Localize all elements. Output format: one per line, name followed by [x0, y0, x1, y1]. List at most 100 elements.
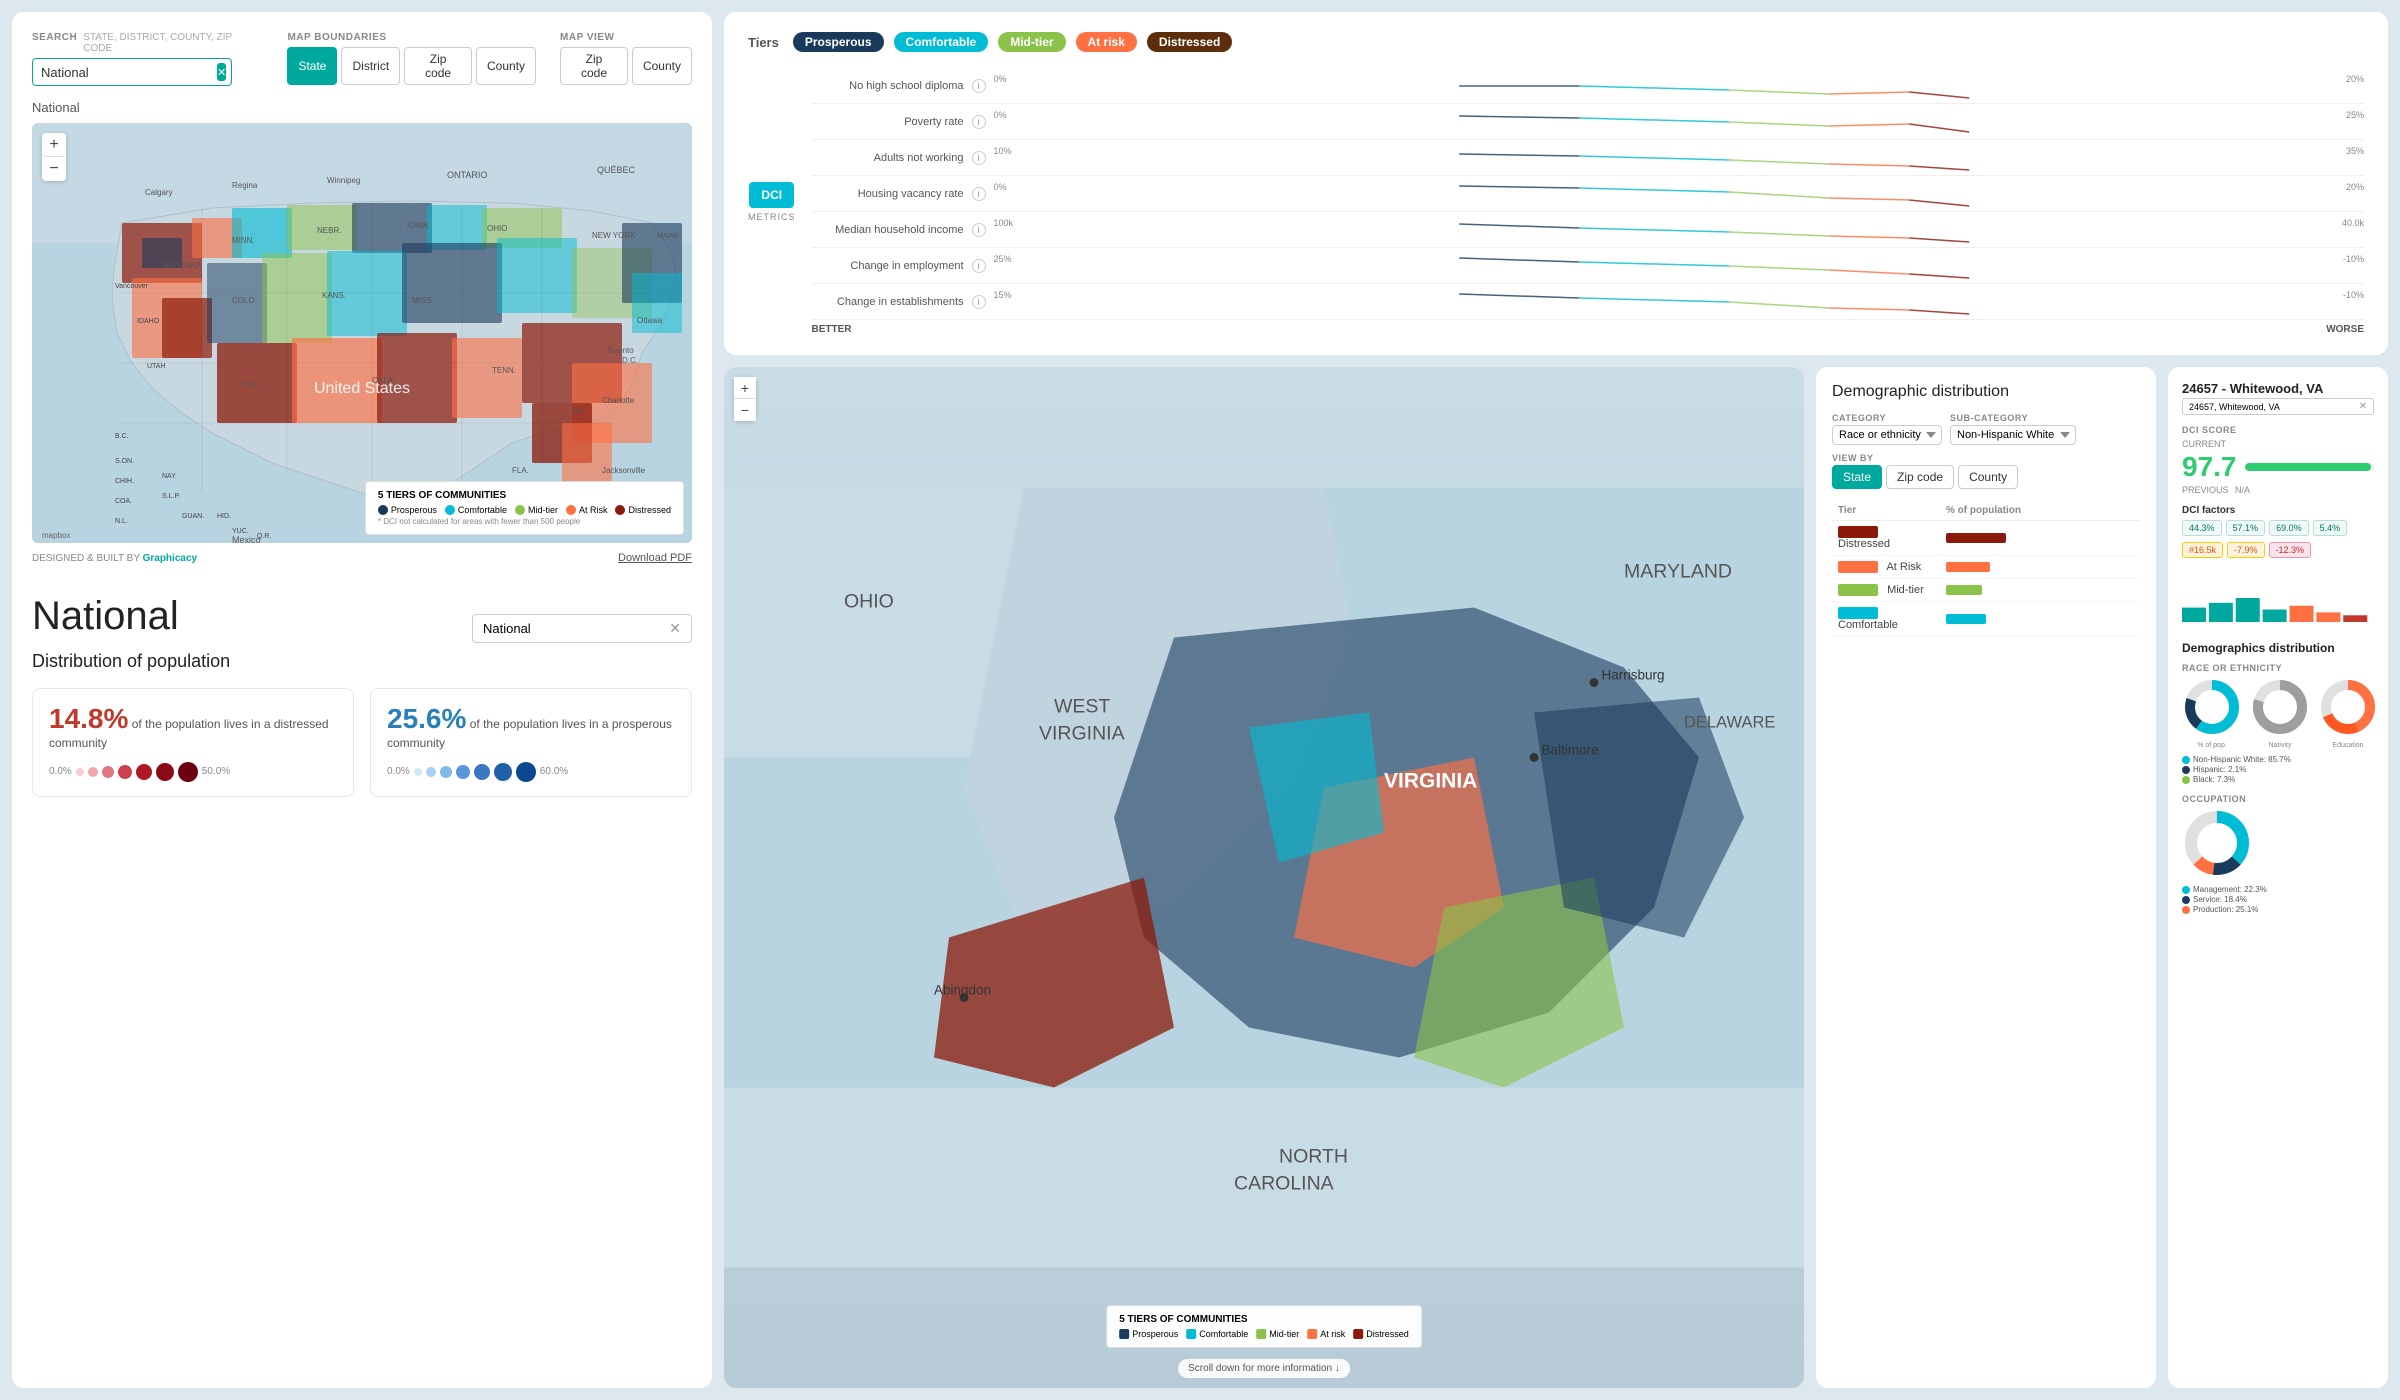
tier-name-comfortable: Comfortable: [1838, 619, 1898, 631]
tier-badge-prosperous[interactable]: Prosperous: [793, 32, 884, 52]
category-filter-select[interactable]: Race or ethnicity Nativity Education: [1832, 425, 1942, 445]
dd-title: Demographics distribution: [2182, 641, 2374, 655]
svg-text:MONTANA: MONTANA: [162, 261, 202, 270]
tier-badge-atrisk[interactable]: At risk: [1076, 32, 1137, 52]
map-view-button[interactable]: Zip code: [560, 47, 628, 85]
metric-row-4: Housing vacancy rate i 0% 20%: [812, 176, 2365, 212]
dci-badge: DCI: [749, 182, 794, 208]
footer-better: BETTER: [812, 324, 852, 335]
axis-left-5: 100k: [994, 218, 1014, 228]
va-zoom-out-button[interactable]: −: [734, 399, 756, 421]
info-icon-6[interactable]: i: [972, 259, 986, 273]
boundary-zipcode-button[interactable]: Zip code: [404, 47, 472, 85]
scale-dot-5: [136, 764, 152, 780]
factor-chip-4: 5.4%: [2313, 520, 2348, 536]
occ-text-1: Management: 22.3%: [2193, 885, 2267, 894]
dci-search-clear-icon[interactable]: ✕: [2359, 401, 2367, 412]
dci-detail-search-input[interactable]: [2189, 402, 2359, 412]
map-view-label: MAP VIEW: [560, 32, 692, 43]
donut-education-svg: [2318, 677, 2378, 737]
tiers-label: Tiers: [748, 35, 779, 50]
tier-badge-midtier[interactable]: Mid-tier: [998, 32, 1065, 52]
va-zoom-controls: + −: [734, 377, 756, 421]
race-text-3: Black: 7.3%: [2193, 775, 2235, 784]
sparkline-1: 0% 20%: [994, 72, 2365, 100]
svg-text:ONTARIO: ONTARIO: [447, 170, 487, 180]
svg-text:Regina: Regina: [232, 181, 258, 190]
map-view-county-button[interactable]: County: [632, 47, 692, 85]
pro-scale-dot-2: [426, 767, 436, 777]
info-icon-3[interactable]: i: [972, 151, 986, 165]
demo-filters: CATEGORY Race or ethnicity Nativity Educ…: [1832, 413, 2140, 489]
legend-title: 5 TIERS OF COMMUNITIES: [378, 490, 671, 501]
main-map[interactable]: United States MONTANA MINN. NEBR. IOWA O…: [32, 123, 692, 543]
pro-scale-dot-7: [516, 762, 536, 782]
va-legend-midtier: Mid-tier: [1256, 1329, 1299, 1339]
search-group: SEARCH STATE, DISTRICT, COUNTY, ZIP CODE…: [32, 32, 263, 86]
svg-text:YUC.: YUC.: [232, 528, 249, 535]
viewby-state-button[interactable]: State: [1832, 465, 1882, 489]
occ-legend-2: Service: 18.4%: [2182, 895, 2374, 904]
scale-dot-6: [156, 763, 174, 781]
viewby-buttons: State Zip code County: [1832, 465, 2018, 489]
occupation-label: OCCUPATION: [2182, 794, 2374, 804]
left-panel: SEARCH STATE, DISTRICT, COUNTY, ZIP CODE…: [12, 12, 712, 1388]
boundary-district-button[interactable]: District: [341, 47, 400, 85]
zoom-in-button[interactable]: +: [42, 133, 66, 157]
search-clear-button[interactable]: ✕: [217, 63, 226, 81]
info-icon-1[interactable]: i: [972, 79, 986, 93]
svg-text:CHIH.: CHIH.: [115, 478, 134, 485]
dci-score-fill: [2245, 463, 2372, 471]
race-text-1: Non-Hispanic White: 85.7%: [2193, 755, 2291, 764]
map-boundaries-buttons: State District Zip code County: [287, 47, 536, 85]
sparkline-2: 0% 25%: [994, 108, 2365, 136]
national-search-clear[interactable]: ✕: [669, 620, 681, 637]
va-zoom-in-button[interactable]: +: [734, 377, 756, 399]
factor-chip-2: 57.1%: [2226, 520, 2266, 536]
viewby-county-button[interactable]: County: [1958, 465, 2018, 489]
va-map-svg: OHIO WEST VIRGINIA VIRGINIA NORTH CAROLI…: [724, 367, 1804, 1388]
factor-chip-1: 44.3%: [2182, 520, 2222, 536]
info-icon-7[interactable]: i: [972, 295, 986, 309]
distressed-bar: [1946, 533, 2006, 543]
boundary-state-button[interactable]: State: [287, 47, 337, 85]
svg-text:MISS.: MISS.: [412, 296, 434, 305]
svg-text:TENN.: TENN.: [492, 366, 516, 375]
info-icon-5[interactable]: i: [972, 223, 986, 237]
factors-mini-chart: [2182, 568, 2374, 631]
zoom-out-button[interactable]: −: [42, 157, 66, 181]
location-title: National: [32, 100, 692, 115]
tier-badge-comfortable[interactable]: Comfortable: [894, 32, 989, 52]
legend-items: Prosperous Comfortable Mid-tier At Risk: [378, 505, 671, 515]
va-map-panel[interactable]: OHIO WEST VIRGINIA VIRGINIA NORTH CAROLI…: [724, 367, 1804, 1388]
svg-text:Winnipeg: Winnipeg: [327, 176, 360, 185]
designed-by-text: DESIGNED & BUILT BY: [32, 553, 140, 564]
va-legend-distressed: Distressed: [1353, 1329, 1409, 1339]
subcategory-filter-select[interactable]: Non-Hispanic White Hispanic Black: [1950, 425, 2076, 445]
svg-text:Charlotte: Charlotte: [602, 396, 635, 405]
map-boundaries-group: MAP BOUNDARIES State District Zip code C…: [287, 32, 536, 85]
va-map-bg: OHIO WEST VIRGINIA VIRGINIA NORTH CAROLI…: [724, 367, 1804, 1388]
info-icon-2[interactable]: i: [972, 115, 986, 129]
axis-right-6: -10%: [2343, 254, 2364, 264]
search-input[interactable]: [41, 65, 217, 80]
distressed-dot-scale: 0.0% 50.0%: [49, 762, 337, 782]
viewby-zipcode-button[interactable]: Zip code: [1886, 465, 1954, 489]
svg-text:OHIO: OHIO: [844, 591, 894, 613]
svg-text:COA.: COA.: [115, 498, 132, 505]
svg-text:IOWA: IOWA: [407, 221, 429, 230]
dci-factors-row: 44.3% 57.1% 69.0% 5.4%: [2182, 520, 2374, 536]
axis-left-7: 15%: [994, 290, 1012, 300]
national-search-input[interactable]: [483, 621, 669, 636]
pct-cell-comfortable: [1940, 602, 2140, 637]
pro-scale-dot-6: [494, 763, 512, 781]
graphicacy-link[interactable]: Graphicacy: [143, 553, 197, 564]
info-icon-4[interactable]: i: [972, 187, 986, 201]
map-background: United States MONTANA MINN. NEBR. IOWA O…: [32, 123, 692, 543]
tier-cell-midtier: Mid-tier: [1832, 579, 1940, 602]
tier-badge-distressed[interactable]: Distressed: [1147, 32, 1232, 52]
svg-text:VIRGINIA: VIRGINIA: [1384, 770, 1477, 793]
download-pdf-button[interactable]: Download PDF: [618, 552, 692, 564]
boundary-county-button[interactable]: County: [476, 47, 536, 85]
dci-score-bar: [2245, 463, 2375, 471]
